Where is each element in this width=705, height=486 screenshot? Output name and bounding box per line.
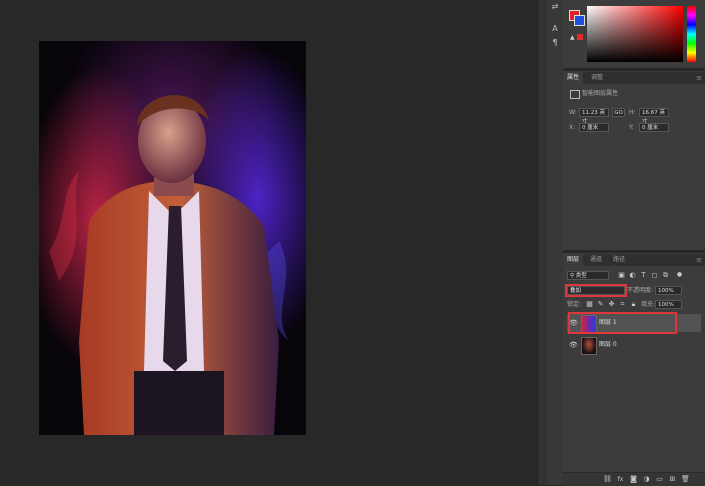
tab-layers[interactable]: 图层: [563, 254, 584, 266]
height-field[interactable]: 16.67 英寸: [639, 108, 669, 125]
x-label: X:: [569, 124, 576, 131]
gamut-swatch[interactable]: [577, 34, 583, 40]
adjustment-layer-icon[interactable]: ◑: [642, 475, 651, 484]
warning-icon: ▲: [570, 34, 575, 41]
type-icon[interactable]: A: [547, 22, 563, 36]
fx-icon[interactable]: fx: [616, 475, 625, 484]
tab-properties[interactable]: 属性: [563, 72, 584, 84]
lock-all-icon[interactable]: 🔒︎: [629, 300, 638, 309]
right-panels: ▲ 属性 调整 ≡ 智能图层属性 W: 11.23 英寸 GO H: 16.67…: [563, 0, 705, 486]
layer-name[interactable]: 图层 0: [599, 336, 617, 354]
opacity-field[interactable]: 100%: [655, 286, 682, 295]
lock-artboard-icon[interactable]: ⌗: [618, 300, 627, 309]
filter-shape-icon[interactable]: ◻: [650, 271, 659, 280]
filter-adjustment-icon[interactable]: ◐: [628, 271, 637, 280]
width-label: W:: [569, 109, 577, 116]
panel-menu-icon[interactable]: ≡: [696, 72, 702, 84]
visibility-eye-icon[interactable]: 👁︎: [569, 341, 578, 349]
layer-thumbnail: [581, 337, 597, 355]
link-dimensions-button[interactable]: GO: [612, 108, 625, 117]
x-field[interactable]: 0 厘米: [579, 123, 609, 132]
properties-tabbar: 属性 调整 ≡: [563, 72, 705, 84]
lock-position-icon[interactable]: ✥: [607, 300, 616, 309]
filter-smart-object-icon[interactable]: ⧉: [661, 271, 670, 280]
filter-type-icon[interactable]: T: [639, 271, 648, 280]
swap-icon[interactable]: ⇄: [547, 0, 563, 14]
layer-row-0[interactable]: 👁︎ 图层 0: [567, 336, 701, 355]
lock-label: 锁定:: [567, 301, 582, 308]
portrait-artwork: [49, 95, 289, 435]
tab-channels[interactable]: 通道: [586, 254, 606, 266]
tab-paths[interactable]: 路径: [609, 254, 629, 266]
filter-pixel-icon[interactable]: ▣: [617, 271, 626, 280]
width-field[interactable]: 11.23 英寸: [579, 108, 609, 125]
hue-slider[interactable]: [687, 6, 696, 62]
paragraph-icon[interactable]: ¶: [547, 36, 563, 50]
y-field[interactable]: 0 厘米: [639, 123, 669, 132]
lock-brush-icon[interactable]: ✎: [596, 300, 605, 309]
layers-tabbar: 图层 通道 路径 ≡: [563, 254, 705, 266]
color-field[interactable]: [587, 6, 683, 62]
new-group-icon[interactable]: ▭: [655, 475, 664, 484]
document-image[interactable]: [39, 41, 306, 435]
blend-mode-highlight: [565, 284, 627, 297]
layer-highlight: [568, 312, 677, 334]
canvas-area[interactable]: [0, 0, 537, 485]
smart-object-icon: [570, 90, 580, 99]
add-mask-icon[interactable]: ◙: [629, 475, 638, 484]
filter-toggle-icon[interactable]: ●: [675, 270, 684, 279]
fill-label: 填充:: [641, 301, 656, 308]
fill-field[interactable]: 100%: [655, 300, 682, 309]
layers-footer: ⛓︎ fx ◙ ◑ ▭ ⊞ 🗑︎: [563, 472, 705, 486]
section-title: 智能图层属性: [582, 90, 619, 97]
panel-icon-column: ⇄ A ¶: [547, 0, 564, 485]
panel-divider: [563, 68, 705, 71]
height-label: H:: [629, 109, 636, 116]
filter-kind-value: 类型: [575, 273, 587, 279]
link-layers-icon[interactable]: ⛓︎: [603, 475, 612, 484]
y-label: Y:: [629, 124, 634, 131]
panel-divider: [563, 250, 705, 253]
background-color-swatch[interactable]: [574, 15, 585, 26]
tab-adjustments[interactable]: 调整: [587, 72, 607, 84]
trash-icon[interactable]: 🗑︎: [681, 475, 690, 484]
new-layer-icon[interactable]: ⊞: [668, 475, 677, 484]
panel-menu-icon[interactable]: ≡: [696, 254, 702, 266]
opacity-label: 不透明度:: [627, 287, 654, 294]
lock-pixels-icon[interactable]: ▦: [585, 300, 594, 309]
layer-filter-select[interactable]: ⚲ 类型: [567, 271, 609, 280]
